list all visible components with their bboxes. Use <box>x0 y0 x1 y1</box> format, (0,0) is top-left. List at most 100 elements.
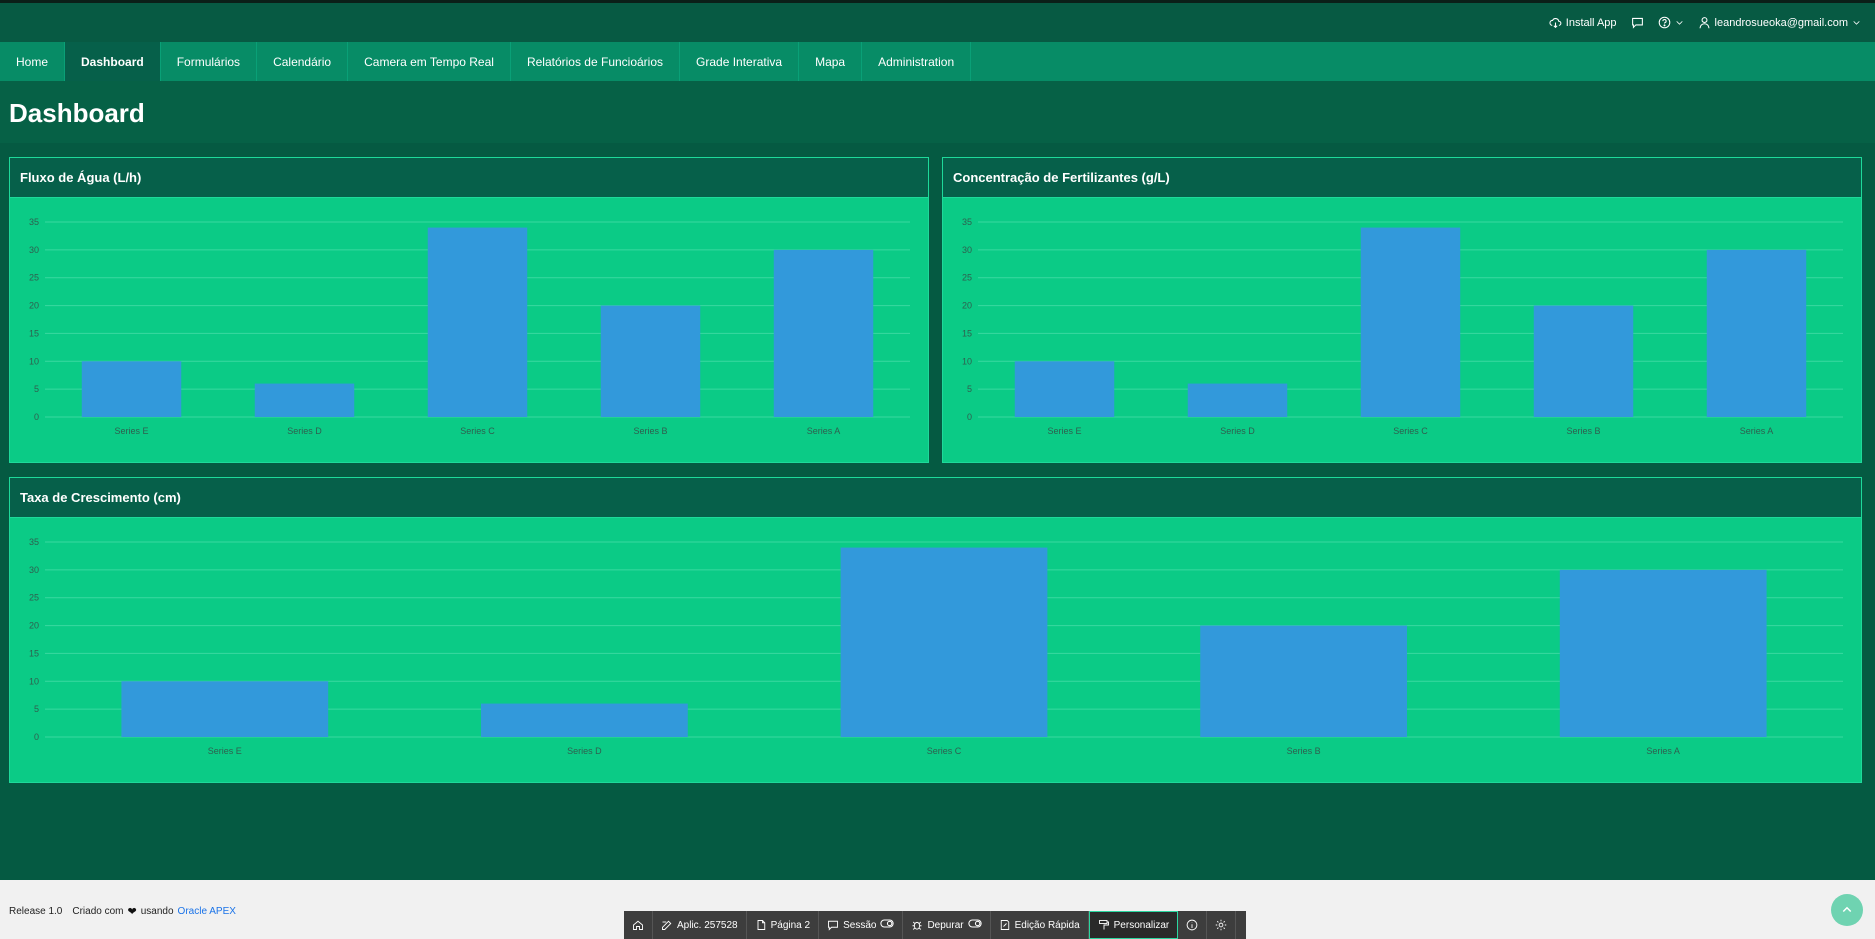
main-nav: Home Dashboard Formulários Calendário Camera… <box>0 42 1875 81</box>
bar[interactable] <box>427 227 528 417</box>
bar[interactable] <box>1187 383 1288 417</box>
y-tick-label: 30 <box>29 565 39 575</box>
nav-item-relatorios-de-funcioarios[interactable]: Relatórios de Funcioários <box>511 42 681 81</box>
help-menu-button[interactable] <box>1658 16 1684 29</box>
quick-edit-icon <box>1000 920 1009 930</box>
y-tick-label: 10 <box>29 356 39 366</box>
y-tick-label: 10 <box>29 676 39 686</box>
devbar-page-button[interactable]: Página 2 <box>747 911 820 939</box>
nav-item-formularios[interactable]: Formulários <box>161 42 258 81</box>
x-tick-label: Series A <box>1740 426 1774 436</box>
footer-credits: Release 1.0 Criado com ❤ usando Oracle A… <box>9 905 236 918</box>
devbar-gear-button[interactable] <box>1207 911 1237 939</box>
paint-roller-icon <box>1098 920 1109 930</box>
help-icon <box>1658 16 1670 29</box>
y-tick-label: 0 <box>967 412 972 422</box>
bar[interactable] <box>1360 227 1461 417</box>
bar[interactable] <box>254 383 355 417</box>
made-with-label: Criado com <box>72 906 124 917</box>
chart-card-title: Fluxo de Água (L/h) <box>10 158 928 198</box>
y-tick-label: 35 <box>29 537 39 547</box>
bar[interactable] <box>1200 625 1407 737</box>
y-tick-label: 15 <box>29 648 39 658</box>
devbar-edit-button[interactable]: Aplic. 257528 <box>653 911 747 939</box>
scroll-top-button[interactable] <box>1831 894 1863 926</box>
nav-item-grade-interativa[interactable]: Grade Interativa <box>680 42 800 81</box>
y-tick-label: 5 <box>967 384 972 394</box>
bar[interactable] <box>1706 249 1807 417</box>
devbar-label: Aplic. 257528 <box>677 919 738 931</box>
chart-card-growth: Taxa de Crescimento (cm) 0 5 10 15 20 25 30 35 S… <box>9 477 1862 783</box>
bar[interactable] <box>1014 361 1115 417</box>
nav-item-camera-em-tempo-real[interactable]: Camera em Tempo Real <box>348 42 511 81</box>
feedback-button[interactable] <box>1631 16 1644 29</box>
devbar-label: Depurar <box>927 919 964 931</box>
x-tick-label: Series A <box>1646 746 1680 756</box>
nav-item-administration[interactable]: Administration <box>862 42 972 81</box>
nav-item-home[interactable]: Home <box>0 42 66 81</box>
bar[interactable] <box>1533 305 1634 417</box>
page-icon <box>757 920 765 930</box>
devbar-home-button[interactable] <box>624 911 653 939</box>
header-actions: Install App leandrosueoka@gmail.com <box>1549 3 1861 42</box>
bug-icon <box>912 921 922 930</box>
x-tick-label: Series C <box>460 426 495 436</box>
chart-card-title: Taxa de Crescimento (cm) <box>10 478 1861 518</box>
user-menu-button[interactable]: leandrosueoka@gmail.com <box>1698 16 1861 29</box>
y-tick-label: 0 <box>34 412 39 422</box>
x-tick-label: Series C <box>927 746 962 756</box>
x-tick-label: Series D <box>1220 426 1255 436</box>
y-tick-label: 20 <box>29 621 39 631</box>
using-label: usando <box>140 906 174 917</box>
toggle-icon <box>880 919 895 931</box>
y-tick-label: 15 <box>962 328 972 338</box>
x-tick-label: Series E <box>114 426 148 436</box>
bar[interactable] <box>121 681 329 737</box>
chevron-down-icon <box>1675 21 1683 25</box>
nav-item-calendario[interactable]: Calendário <box>257 42 349 81</box>
devbar-label: Sessão <box>843 919 877 931</box>
y-tick-label: 5 <box>34 384 39 394</box>
devbar-bug-button[interactable]: Depurar <box>903 911 991 939</box>
x-tick-label: Series B <box>633 426 667 436</box>
y-tick-label: 25 <box>29 273 39 283</box>
bar[interactable] <box>773 249 874 417</box>
devbar-info-button[interactable] <box>1178 911 1208 939</box>
home-icon <box>633 920 643 930</box>
nav-item-dashboard[interactable]: Dashboard <box>65 42 161 81</box>
y-tick-label: 30 <box>962 245 972 255</box>
bar[interactable] <box>840 547 1048 737</box>
title-region: Dashboard <box>0 81 1875 143</box>
x-tick-label: Series B <box>1566 426 1600 436</box>
chart-card-title: Concentração de Fertilizantes (g/L) <box>943 158 1861 198</box>
release-label: Release 1.0 <box>9 906 63 917</box>
bar[interactable] <box>600 305 701 417</box>
y-tick-label: 30 <box>29 245 39 255</box>
developer-toolbar: Aplic. 257528 Página 2 Sessão Depurar Edição… <box>624 911 1246 939</box>
bar[interactable] <box>481 703 688 737</box>
chart-card-fertilizer: Concentração de Fertilizantes (g/L) 0 5 10… <box>942 157 1862 463</box>
info-icon <box>1186 919 1198 931</box>
chat-icon <box>828 920 839 931</box>
devbar-label: Personalizar <box>1113 919 1170 931</box>
nav-item-mapa[interactable]: Mapa <box>799 42 863 81</box>
chat-icon <box>1631 17 1643 29</box>
bar[interactable] <box>81 361 182 417</box>
y-tick-label: 20 <box>29 301 39 311</box>
x-tick-label: Series E <box>1047 426 1081 436</box>
devbar-quick-edit-button[interactable]: Edição Rápida <box>991 911 1089 939</box>
y-tick-label: 0 <box>34 732 39 742</box>
y-tick-label: 15 <box>29 328 39 338</box>
devbar-paint-roller-button[interactable]: Personalizar <box>1088 911 1179 939</box>
bar[interactable] <box>1559 569 1767 737</box>
y-tick-label: 20 <box>962 301 972 311</box>
install-app-button[interactable]: Install App <box>1549 16 1617 29</box>
oracle-apex-link[interactable]: Oracle APEX <box>178 906 236 917</box>
devbar-chat-button[interactable]: Sessão <box>819 911 904 939</box>
bar-chart: 0 5 10 15 20 25 30 35 Series E Series D Series C Se… <box>29 217 910 436</box>
chevron-up-icon <box>1842 906 1852 913</box>
y-tick-label: 35 <box>29 217 39 227</box>
x-tick-label: Series D <box>287 426 322 436</box>
y-tick-label: 25 <box>962 273 972 283</box>
bar-chart: 0 5 10 15 20 25 30 35 Series E Series D Series C Se… <box>962 217 1843 436</box>
